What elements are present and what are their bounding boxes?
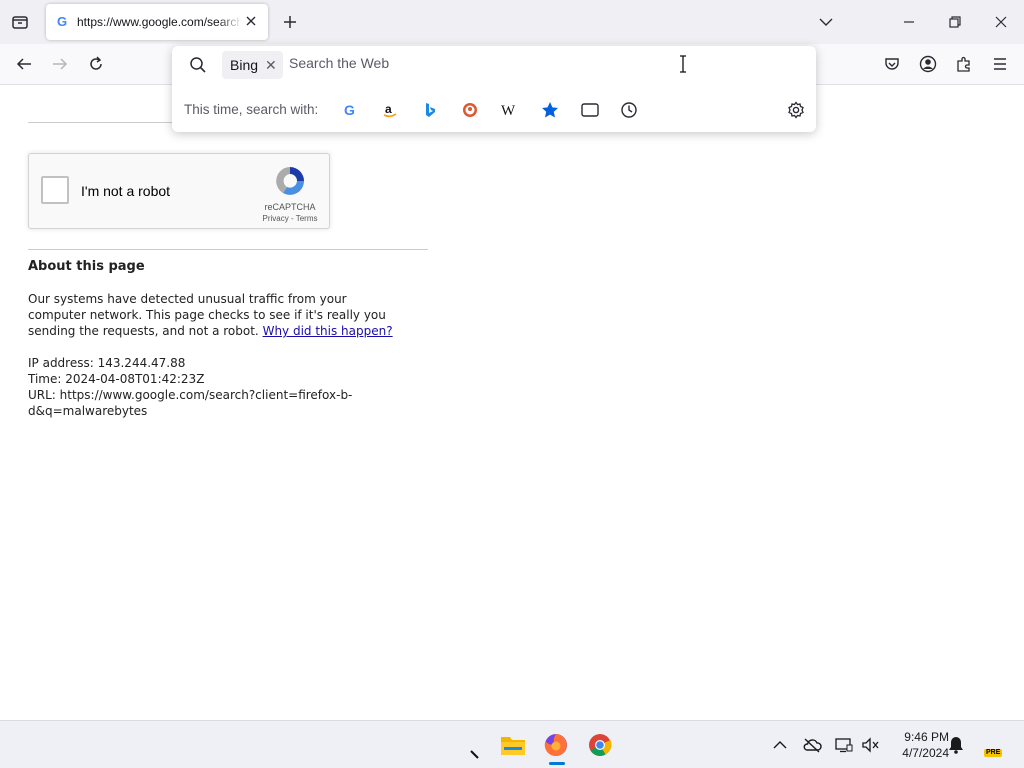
tab-google-search[interactable]: G https://www.google.com/search?client=f… (46, 4, 268, 40)
ip-address-line: IP address: 143.244.47.88 (28, 356, 186, 370)
forward-arrow-icon[interactable] (44, 48, 76, 80)
sound-muted-icon[interactable] (854, 729, 886, 761)
firefox-taskbar-icon[interactable] (540, 729, 572, 761)
notification-bell-icon[interactable] (940, 729, 972, 761)
urlbar-popup: Bing ✕ This time, search with: G a W (172, 46, 816, 132)
svg-text:a: a (385, 102, 392, 116)
account-icon[interactable] (912, 48, 944, 80)
wikipedia-icon[interactable]: W (497, 97, 523, 123)
recaptcha-privacy-link[interactable]: Privacy (263, 214, 289, 223)
chrome-taskbar-icon[interactable] (584, 729, 616, 761)
reload-icon[interactable] (80, 48, 112, 80)
menu-hamburger-icon[interactable] (984, 48, 1016, 80)
tab-title: https://www.google.com/search?client=fir… (77, 15, 241, 29)
recaptcha-terms-link[interactable]: Terms (296, 214, 318, 223)
back-arrow-icon[interactable] (8, 48, 40, 80)
about-paragraph: Our systems have detected unusual traffi… (28, 291, 408, 339)
svg-text:G: G (344, 102, 355, 118)
bing-icon[interactable] (417, 97, 443, 123)
recaptcha-links: Privacy - Terms (251, 214, 329, 223)
urlbar-search-input[interactable] (289, 55, 669, 71)
tabs-icon[interactable] (577, 97, 603, 123)
oneoff-search-label: This time, search with: (184, 102, 319, 117)
svg-text:W: W (501, 103, 516, 118)
file-explorer-icon[interactable] (497, 729, 529, 761)
text-cursor-icon (678, 54, 688, 74)
recaptcha-checkbox[interactable] (41, 176, 69, 204)
preview-badge: PRE (984, 749, 1003, 757)
why-did-this-happen-link[interactable]: Why did this happen? (263, 324, 393, 338)
svg-text:G: G (57, 14, 67, 28)
firefox-view-icon[interactable] (4, 6, 36, 38)
restore-window-icon[interactable] (939, 6, 971, 38)
amazon-icon[interactable]: a (377, 97, 403, 123)
url-line: URL: https://www.google.com/search?clien… (28, 388, 353, 418)
recaptcha-widget: I'm not a robot reCAPTCHA Privacy - Term… (28, 153, 330, 229)
google-favicon-icon: G (56, 14, 70, 33)
taskbar: 9:46 PM 4/7/2024 PRE (0, 720, 1024, 768)
close-window-icon[interactable] (985, 6, 1017, 38)
minimize-window-icon[interactable] (893, 6, 925, 38)
close-tab-icon[interactable] (244, 14, 258, 33)
search-icon (189, 56, 207, 79)
section-divider (28, 249, 428, 250)
new-tab-plus-icon[interactable] (274, 6, 306, 38)
recaptcha-label: I'm not a robot (81, 183, 171, 199)
pocket-icon[interactable] (876, 48, 908, 80)
top-divider (28, 122, 172, 123)
remove-engine-close-icon[interactable]: ✕ (265, 57, 277, 74)
mouse-pointer-icon (470, 747, 480, 765)
onedrive-offline-icon[interactable] (796, 729, 828, 761)
page-content: I'm not a robot reCAPTCHA Privacy - Term… (0, 85, 1024, 720)
google-icon[interactable]: G (337, 97, 363, 123)
tab-strip: G https://www.google.com/search?client=f… (0, 0, 1024, 44)
request-details: IP address: 143.244.47.88 Time: 2024-04-… (28, 355, 388, 419)
about-heading: About this page (28, 259, 145, 274)
duckduckgo-icon[interactable] (457, 97, 483, 123)
search-engine-chip[interactable]: Bing ✕ (222, 51, 283, 79)
search-settings-gear-icon[interactable] (783, 97, 809, 123)
time-line: Time: 2024-04-08T01:42:23Z (28, 372, 205, 386)
list-all-tabs-icon[interactable] (810, 6, 842, 38)
active-app-indicator (549, 762, 565, 765)
bookmarks-icon[interactable] (537, 97, 563, 123)
recaptcha-brand: reCAPTCHA (264, 202, 316, 212)
extensions-puzzle-icon[interactable] (948, 48, 980, 80)
search-engine-chip-label: Bing (230, 57, 259, 73)
show-hidden-icons-chevron-icon[interactable] (764, 729, 796, 761)
tab-title-fade (218, 10, 242, 34)
recaptcha-logo-icon (273, 164, 307, 203)
recaptcha-link-separator: - (288, 214, 296, 223)
history-icon[interactable] (616, 97, 642, 123)
